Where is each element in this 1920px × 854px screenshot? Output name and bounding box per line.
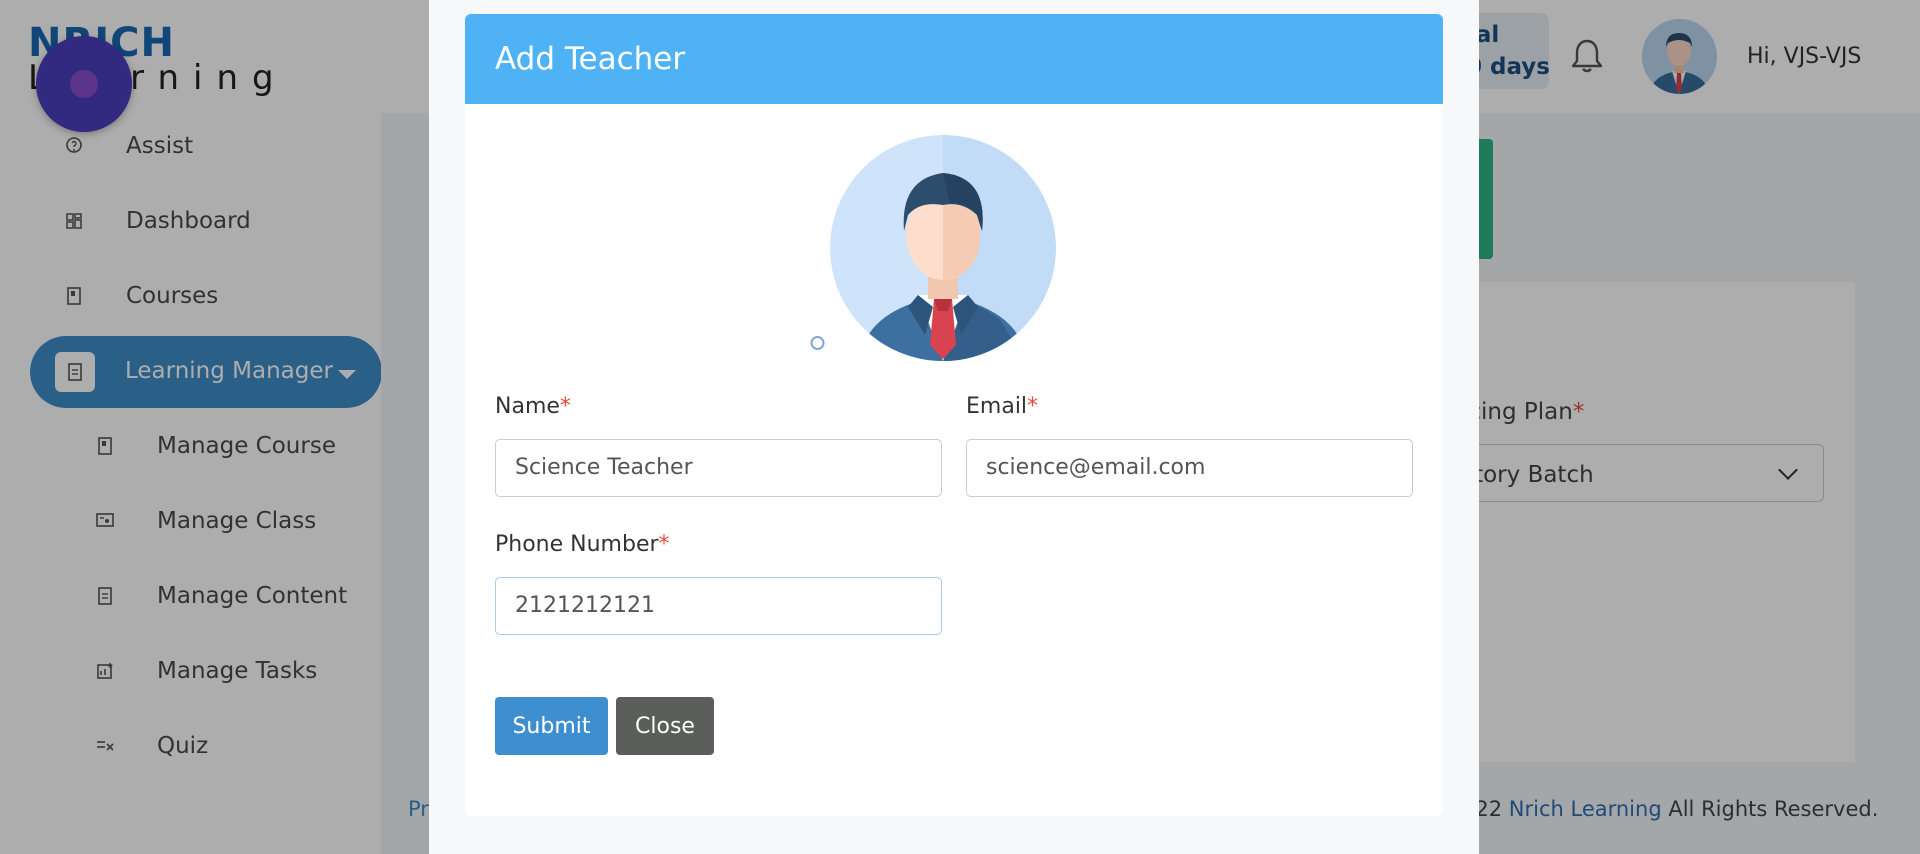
camera-icon[interactable] [802,328,833,354]
phone-label: Phone Number* [495,532,670,557]
submit-button[interactable]: Submit [495,697,608,755]
email-label: Email* [966,394,1039,419]
phone-input[interactable]: 2121212121 [495,577,942,635]
name-label: Name* [495,394,571,419]
add-teacher-modal: Add Teacher Name* Science Teacher Email*… [465,14,1443,816]
name-input-value: Science Teacher [515,455,693,480]
email-input-value: science@email.com [986,455,1206,480]
close-button[interactable]: Close [616,697,714,755]
modal-header: Add Teacher [465,14,1443,104]
teacher-avatar[interactable] [830,135,1056,361]
name-input[interactable]: Science Teacher [495,439,942,497]
email-input[interactable]: science@email.com [966,439,1413,497]
modal-title: Add Teacher [495,41,686,77]
phone-input-value: 2121212121 [515,593,655,618]
